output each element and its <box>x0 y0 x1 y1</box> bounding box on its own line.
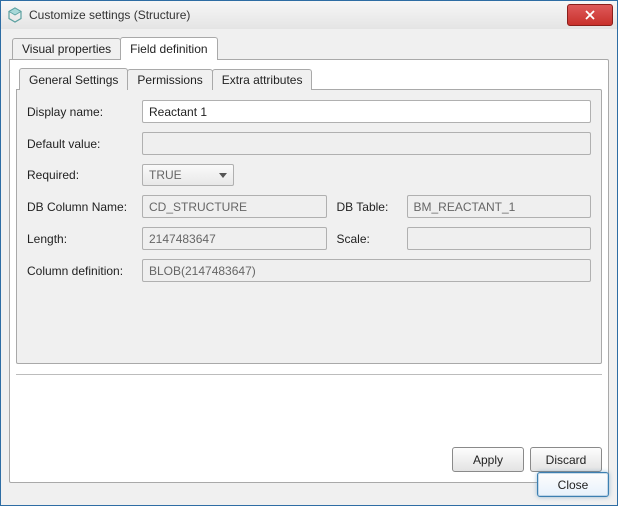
tab-field-definition[interactable]: Field definition <box>120 37 217 59</box>
display-name-label: Display name: <box>27 105 142 119</box>
chevron-down-icon <box>219 173 227 178</box>
tab-visual-properties[interactable]: Visual properties <box>12 38 121 59</box>
column-definition-label: Column definition: <box>27 264 142 278</box>
app-icon <box>7 7 23 23</box>
close-icon <box>585 10 595 20</box>
required-select[interactable]: TRUE <box>142 164 234 186</box>
client-area: Visual properties Field definition Gener… <box>1 29 617 505</box>
close-window-button[interactable] <box>567 4 613 26</box>
outer-tab-panel: General Settings Permissions Extra attri… <box>9 59 609 483</box>
length-label: Length: <box>27 232 142 246</box>
tab-extra-attributes[interactable]: Extra attributes <box>212 69 313 90</box>
dialog-button-bar: Close <box>9 464 609 497</box>
length-input[interactable] <box>142 227 327 250</box>
scale-label: Scale: <box>327 232 407 246</box>
tab-general-settings[interactable]: General Settings <box>19 68 128 90</box>
db-column-name-label: DB Column Name: <box>27 200 142 214</box>
tab-permissions[interactable]: Permissions <box>127 69 212 90</box>
db-column-name-input[interactable] <box>142 195 327 218</box>
titlebar: Customize settings (Structure) <box>1 1 617 30</box>
default-value-label: Default value: <box>27 137 142 151</box>
required-select-value: TRUE <box>149 168 182 182</box>
window-title: Customize settings (Structure) <box>29 8 567 22</box>
db-table-input[interactable] <box>407 195 592 218</box>
scale-input[interactable] <box>407 227 592 250</box>
column-definition-input[interactable] <box>142 259 591 282</box>
required-label: Required: <box>27 168 142 182</box>
display-name-input[interactable] <box>142 100 591 123</box>
default-value-input[interactable] <box>142 132 591 155</box>
dialog-window: Customize settings (Structure) Visual pr… <box>0 0 618 506</box>
close-button[interactable]: Close <box>537 472 609 497</box>
inner-tab-panel: Display name: Default value: <box>16 89 602 364</box>
inner-tabs: General Settings Permissions Extra attri… <box>16 68 602 90</box>
outer-tabs: Visual properties Field definition <box>9 37 609 59</box>
db-table-label: DB Table: <box>327 200 407 214</box>
